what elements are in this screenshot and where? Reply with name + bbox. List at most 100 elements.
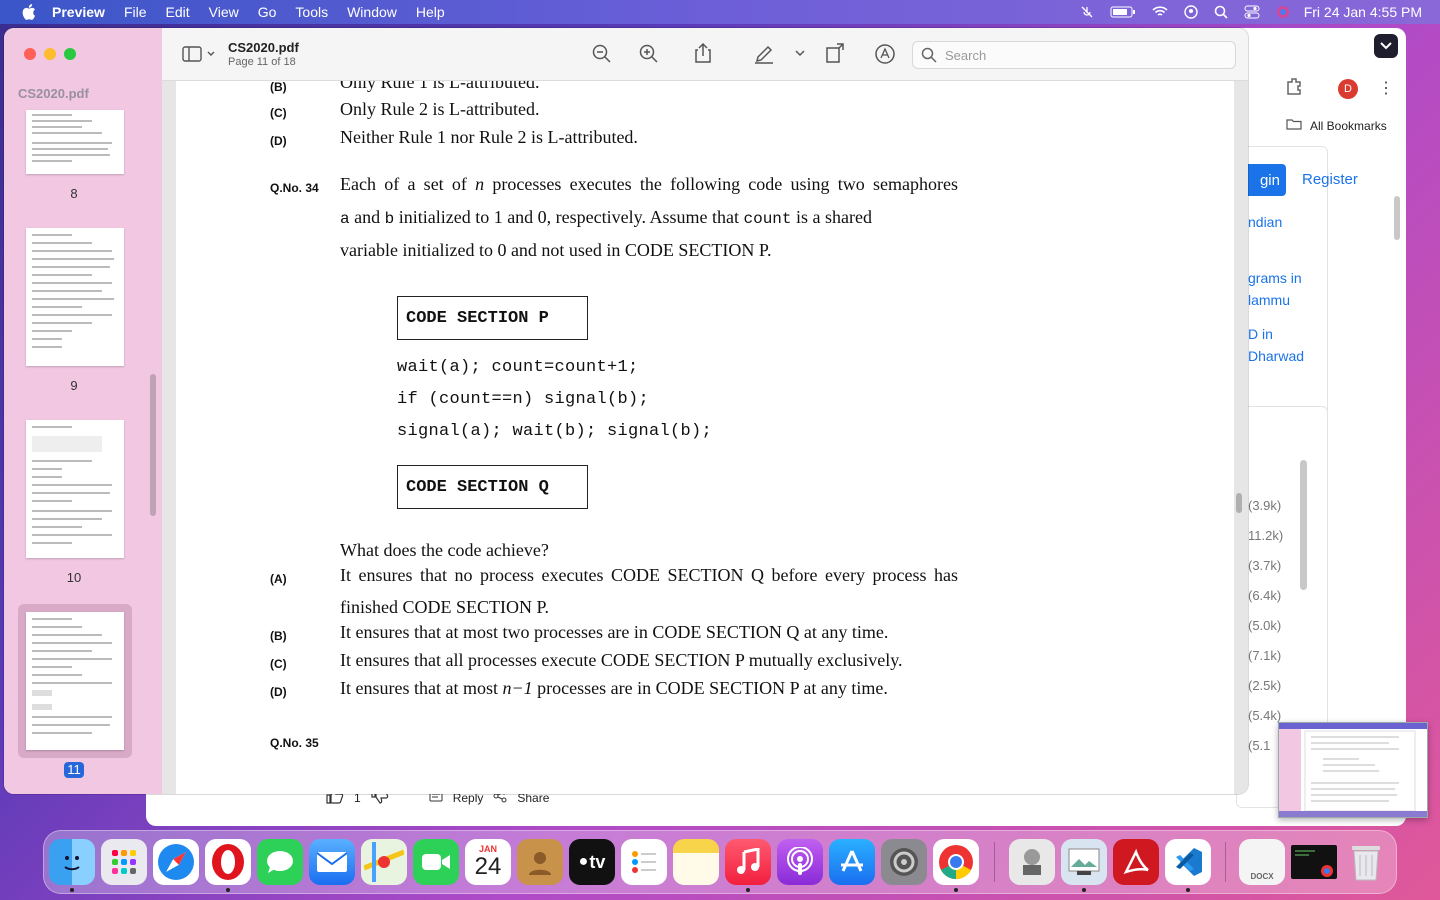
menu-help[interactable]: Help [416, 4, 445, 20]
zoom-in-icon[interactable] [639, 44, 659, 64]
trash-icon[interactable] [1343, 839, 1389, 885]
muted-mic-icon[interactable] [1080, 5, 1094, 19]
list-count: (3.9k) [1248, 498, 1282, 513]
menubar-clock[interactable]: Fri 24 Jan 4:55 PM [1304, 4, 1422, 20]
podcasts-icon[interactable] [777, 839, 823, 885]
option-text: It ensures that all processes execute CO… [340, 650, 903, 670]
chevron-down-icon[interactable] [795, 50, 805, 58]
menu-bar: Preview File Edit View Go Tools Window H… [0, 0, 1440, 24]
dock-separator [1225, 842, 1226, 882]
launchpad-icon[interactable] [101, 839, 147, 885]
siri-icon[interactable] [1276, 5, 1290, 19]
maps-icon[interactable] [361, 839, 407, 885]
document-title: CS2020.pdf [228, 40, 299, 55]
profile-avatar[interactable]: D [1338, 79, 1358, 99]
chrome-icon[interactable] [933, 839, 979, 885]
page-number-9: 9 [70, 378, 78, 393]
vscode-icon[interactable] [1165, 839, 1211, 885]
apple-tv-icon[interactable]: ● tv [569, 839, 615, 885]
option-label: (C) [270, 106, 287, 120]
sidebar-link[interactable]: lammu [1248, 292, 1290, 308]
preview-icon[interactable] [1061, 839, 1107, 885]
screenshot-thumbnail[interactable] [1278, 722, 1428, 818]
menu-app-preview[interactable]: Preview [52, 4, 105, 20]
menu-view[interactable]: View [209, 4, 239, 20]
contacts-icon[interactable] [517, 839, 563, 885]
menu-go[interactable]: Go [258, 4, 277, 20]
page-thumbnail-9[interactable] [26, 228, 124, 366]
scrollbar[interactable] [1394, 196, 1400, 240]
extensions-icon[interactable] [1284, 76, 1304, 101]
question-number: Q.No. 34 [270, 181, 319, 195]
page-number-10: 10 [66, 570, 82, 585]
menu-file[interactable]: File [124, 4, 147, 20]
calendar-icon[interactable]: JAN 24 [465, 839, 511, 885]
menu-tools[interactable]: Tools [295, 4, 328, 20]
automator-icon[interactable] [1009, 839, 1055, 885]
preview-window: CS2020.pdf 8 9 10 11 CS2020.pdf Page 11 … [4, 28, 1248, 794]
facetime-icon[interactable] [413, 839, 459, 885]
acrobat-icon[interactable] [1113, 839, 1159, 885]
docx-file-icon[interactable]: DOCX [1239, 839, 1285, 885]
variable-n: n [475, 174, 485, 194]
register-link[interactable]: Register [1302, 171, 1358, 188]
list-count: 11.2k) [1248, 528, 1284, 543]
annotate-icon[interactable] [874, 43, 896, 65]
tv-label: tv [589, 851, 606, 872]
search-field[interactable] [912, 41, 1236, 69]
all-bookmarks-label: All Bookmarks [1310, 118, 1387, 133]
opera-icon[interactable] [205, 839, 251, 885]
battery-icon[interactable] [1110, 6, 1136, 18]
zoom-out-icon[interactable] [592, 44, 612, 64]
sidebar-toggle-icon[interactable] [182, 45, 216, 63]
close-window-button[interactable] [24, 48, 36, 60]
sidebar-scrollbar[interactable] [150, 374, 156, 516]
question-prompt: What does the code achieve? [340, 540, 549, 560]
user-account-icon[interactable] [1184, 5, 1198, 19]
page-thumbnail-8[interactable] [26, 110, 124, 174]
finder-icon[interactable] [49, 839, 95, 885]
calendar-day: 24 [474, 853, 502, 880]
page-thumbnail-11[interactable] [26, 612, 124, 750]
zoom-window-button[interactable] [64, 48, 76, 60]
app-store-icon[interactable] [829, 839, 875, 885]
menu-edit[interactable]: Edit [166, 4, 190, 20]
sidebar-link[interactable]: grams in [1248, 270, 1302, 286]
option-text: It ensures that at most two processes ar… [340, 622, 889, 642]
more-options-icon[interactable]: ⋮ [1378, 78, 1394, 98]
reminders-icon[interactable] [621, 839, 667, 885]
safari-icon[interactable] [153, 839, 199, 885]
page-indicator: Page 11 of 18 [228, 56, 296, 68]
running-indicator [226, 888, 230, 892]
terminal-thumbnail-icon[interactable] [1291, 845, 1337, 879]
code-count: count [743, 210, 792, 228]
share-icon[interactable] [694, 42, 712, 64]
apple-menu-icon[interactable] [20, 3, 38, 21]
minimize-window-button[interactable] [44, 48, 56, 60]
running-indicator [954, 888, 958, 892]
window-controls [24, 48, 76, 60]
scrollbar[interactable] [1300, 460, 1307, 590]
search-input[interactable] [943, 46, 1227, 64]
system-settings-icon[interactable] [881, 839, 927, 885]
all-bookmarks[interactable]: All Bookmarks [1286, 118, 1387, 133]
spotlight-search-icon[interactable] [1214, 5, 1228, 19]
sidebar-link[interactable]: ndian [1248, 214, 1282, 230]
sidebar-link[interactable]: D in [1248, 326, 1273, 342]
wifi-icon[interactable] [1152, 6, 1168, 18]
messages-icon[interactable] [257, 839, 303, 885]
markup-pen-icon[interactable] [754, 44, 774, 64]
search-icon [921, 47, 937, 63]
mail-icon[interactable] [309, 839, 355, 885]
option-text: It ensures that at most n−1 processes ar… [340, 678, 888, 699]
text-span: It ensures that at most [340, 678, 503, 698]
document-scrollbar[interactable] [1236, 493, 1242, 513]
page-thumbnail-10[interactable] [26, 420, 124, 558]
menu-window[interactable]: Window [347, 4, 397, 20]
chevron-down-icon[interactable] [1374, 34, 1398, 58]
rotate-icon[interactable] [825, 42, 847, 64]
control-center-icon[interactable] [1244, 5, 1260, 19]
notes-icon[interactable] [673, 839, 719, 885]
music-icon[interactable] [725, 839, 771, 885]
sidebar-link[interactable]: Dharwad [1248, 348, 1304, 364]
